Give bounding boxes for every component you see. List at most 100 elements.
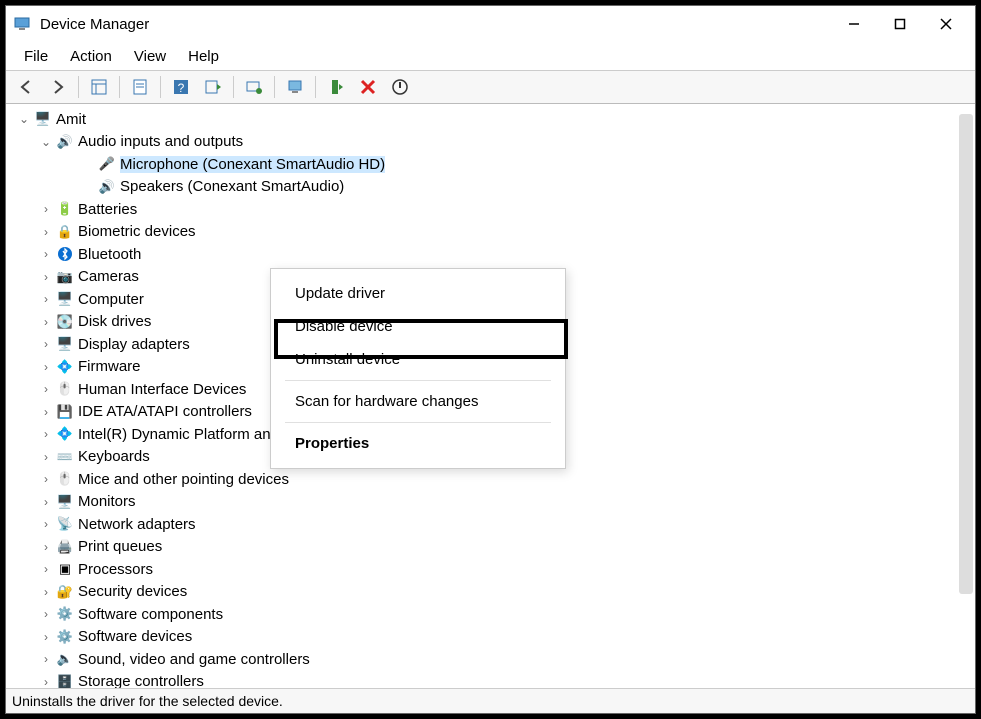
- update-driver-button[interactable]: [281, 73, 309, 101]
- computer-icon: 🖥️: [34, 110, 52, 128]
- camera-icon: 📷: [56, 268, 74, 286]
- expand-icon[interactable]: ›: [38, 494, 54, 510]
- storage-icon: 🗄️: [56, 673, 74, 688]
- battery-icon: 🔋: [56, 200, 74, 218]
- tree-root[interactable]: ⌄🖥️Amit: [16, 108, 975, 131]
- tree-category[interactable]: › Bluetooth: [16, 243, 975, 266]
- display-icon: 🖥️: [56, 335, 74, 353]
- mic-icon: 🎤: [98, 155, 116, 173]
- device-manager-window: Device Manager File Action View Help ? ⌄…: [5, 5, 976, 714]
- expand-icon[interactable]: ›: [38, 606, 54, 622]
- scan-hardware-button[interactable]: [240, 73, 268, 101]
- toolbar-separator: [160, 76, 161, 98]
- tree-category[interactable]: ⌄🔊Audio inputs and outputs: [16, 131, 975, 154]
- enable-device-button[interactable]: [322, 73, 350, 101]
- context-menu-item[interactable]: Scan for hardware changes: [271, 385, 565, 418]
- tree-category-label: IDE ATA/ATAPI controllers: [78, 403, 252, 420]
- tree-category-label: Mice and other pointing devices: [78, 471, 289, 488]
- back-button[interactable]: [12, 73, 40, 101]
- refresh-button[interactable]: [386, 73, 414, 101]
- close-button[interactable]: [923, 6, 969, 42]
- tree-category[interactable]: ›🔒Biometric devices: [16, 221, 975, 244]
- hid-icon: 🖱️: [56, 380, 74, 398]
- expand-icon[interactable]: ›: [38, 291, 54, 307]
- context-menu-item[interactable]: Uninstall device: [271, 343, 565, 376]
- expand-icon[interactable]: ›: [38, 561, 54, 577]
- tree-category[interactable]: ›🖥️Monitors: [16, 491, 975, 514]
- toolbar: ?: [6, 70, 975, 104]
- collapse-icon[interactable]: ⌄: [38, 134, 54, 150]
- context-menu-item[interactable]: Properties: [271, 427, 565, 460]
- tree-category[interactable]: ›🔐Security devices: [16, 581, 975, 604]
- help-button[interactable]: ?: [167, 73, 195, 101]
- menu-view[interactable]: View: [124, 45, 176, 68]
- context-menu-item[interactable]: Update driver: [271, 277, 565, 310]
- tree-category[interactable]: ›🔈Sound, video and game controllers: [16, 648, 975, 671]
- properties-button[interactable]: [126, 73, 154, 101]
- vertical-scrollbar[interactable]: [959, 114, 973, 594]
- menu-action[interactable]: Action: [60, 45, 122, 68]
- action-button[interactable]: [199, 73, 227, 101]
- tree-category[interactable]: ›📡Network adapters: [16, 513, 975, 536]
- expand-icon[interactable]: ›: [38, 651, 54, 667]
- expand-icon[interactable]: ›: [38, 336, 54, 352]
- tree-category-label: Storage controllers: [78, 673, 204, 688]
- tree-device-label: Microphone (Conexant SmartAudio HD): [120, 156, 385, 173]
- tree-device[interactable]: 🎤Microphone (Conexant SmartAudio HD): [16, 153, 975, 176]
- chip-icon: 💠: [56, 425, 74, 443]
- expand-icon[interactable]: ›: [38, 584, 54, 600]
- computer-icon: 🖥️: [56, 290, 74, 308]
- chip-icon: 💠: [56, 358, 74, 376]
- menu-file[interactable]: File: [14, 45, 58, 68]
- tree-category-label: Bluetooth: [78, 246, 141, 263]
- content-area: ⌄🖥️Amit⌄🔊Audio inputs and outputs🎤Microp…: [6, 104, 975, 688]
- tree-category[interactable]: ›🖨️Print queues: [16, 536, 975, 559]
- expand-icon[interactable]: ›: [38, 629, 54, 645]
- context-menu-item[interactable]: Disable device: [271, 310, 565, 343]
- forward-button[interactable]: [44, 73, 72, 101]
- expand-icon[interactable]: ›: [38, 516, 54, 532]
- expand-icon[interactable]: ›: [38, 449, 54, 465]
- monitor-icon: 🖥️: [56, 493, 74, 511]
- menu-help[interactable]: Help: [178, 45, 229, 68]
- tree-category[interactable]: ›⚙️Software devices: [16, 626, 975, 649]
- tree-category[interactable]: ›▣Processors: [16, 558, 975, 581]
- fingerprint-icon: 🔒: [56, 223, 74, 241]
- tree-category[interactable]: ›⚙️Software components: [16, 603, 975, 626]
- tree-category-label: Computer: [78, 291, 144, 308]
- window-controls: [831, 6, 969, 42]
- keyboard-icon: ⌨️: [56, 448, 74, 466]
- expand-icon[interactable]: ›: [38, 246, 54, 262]
- sw-icon: ⚙️: [56, 628, 74, 646]
- maximize-button[interactable]: [877, 6, 923, 42]
- expand-icon[interactable]: ›: [38, 381, 54, 397]
- sw-icon: ⚙️: [56, 605, 74, 623]
- tree-category[interactable]: ›🗄️ Storage controllers: [16, 671, 975, 689]
- expand-icon[interactable]: ›: [38, 314, 54, 330]
- expand-icon[interactable]: ›: [38, 201, 54, 217]
- tree-category[interactable]: ›🔋Batteries: [16, 198, 975, 221]
- toolbar-separator: [315, 76, 316, 98]
- expand-icon[interactable]: ›: [38, 224, 54, 240]
- tree-category[interactable]: ›🖱️Mice and other pointing devices: [16, 468, 975, 491]
- tree-category-label: Audio inputs and outputs: [78, 133, 243, 150]
- expand-icon[interactable]: ›: [38, 674, 54, 688]
- collapse-icon[interactable]: ⌄: [16, 111, 32, 127]
- expand-icon[interactable]: ›: [38, 471, 54, 487]
- tree-category-label: Display adapters: [78, 336, 190, 353]
- window-title: Device Manager: [40, 16, 831, 33]
- minimize-button[interactable]: [831, 6, 877, 42]
- expand-icon[interactable]: ›: [38, 426, 54, 442]
- show-hide-button[interactable]: [85, 73, 113, 101]
- tree-device[interactable]: 🔊Speakers (Conexant SmartAudio): [16, 176, 975, 199]
- context-menu-separator: [285, 422, 551, 423]
- tree-category-label: Software devices: [78, 628, 192, 645]
- expand-icon[interactable]: ›: [38, 269, 54, 285]
- expand-icon[interactable]: ›: [38, 359, 54, 375]
- uninstall-button[interactable]: [354, 73, 382, 101]
- expand-icon[interactable]: ›: [38, 404, 54, 420]
- titlebar[interactable]: Device Manager: [6, 6, 975, 42]
- expand-icon[interactable]: ›: [38, 539, 54, 555]
- tree-category-label: Security devices: [78, 583, 187, 600]
- tree-category-label: Biometric devices: [78, 223, 196, 240]
